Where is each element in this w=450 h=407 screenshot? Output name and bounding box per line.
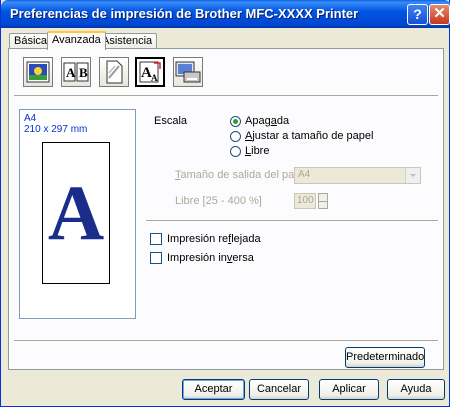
preview-page: A [42,142,110,284]
print-quality-button[interactable] [23,57,53,87]
accept-button[interactable]: Aceptar [182,379,245,400]
scaling-free-radio[interactable] [230,146,241,157]
scaling-fit-radio[interactable] [230,131,241,142]
preview-paper-dimensions: 210 x 297 mm [24,124,88,135]
advanced-tab-panel: A B A A A4 210 x 297 mm A Escala Apagada… [8,48,444,370]
free-percent-label: Libre [25 - 400 %] [175,195,262,207]
tab-avanzada[interactable]: Avanzada [47,31,106,50]
watermark-button[interactable] [99,57,129,87]
scaling-icon: A A [139,61,161,83]
default-settings-button[interactable]: Predeterminado [345,347,425,368]
print-preferences-window: Preferencias de impresión de Brother MFC… [0,0,450,407]
tab-asistencia[interactable]: Asistencia [97,33,158,49]
duplex-button[interactable]: A B [61,57,91,87]
preview-paper-size: A4 [24,113,37,124]
output-size-value: A4 [298,169,311,180]
free-percent-stepper[interactable] [318,193,328,209]
output-size-label: Tamaño de salida del papel [175,169,309,181]
apply-button[interactable]: Aplicar [319,379,379,400]
help-dialog-button[interactable]: Ayuda [387,379,445,400]
svg-text:A: A [66,65,76,80]
tab-basica[interactable]: Básica [9,33,53,49]
scaling-label: Escala [154,115,188,127]
duplex-icon: A B [63,62,89,82]
cancel-button[interactable]: Cancelar [249,379,309,400]
mirror-print-label[interactable]: Impresión reflejada [167,233,261,245]
help-button[interactable]: ? [407,4,428,25]
toolbar-separator [14,95,438,97]
close-button[interactable]: ✕ [429,4,450,25]
chevron-down-icon[interactable] [405,168,420,183]
print-quality-icon [26,61,50,83]
device-options-button[interactable] [173,57,203,87]
bottom-separator [14,340,438,342]
window-title: Preferencias de impresión de Brother MFC… [10,6,359,21]
scaling-free-label[interactable]: Libre [245,145,269,157]
preview-letter: A [47,169,105,256]
output-size-dropdown[interactable]: A4 [294,167,421,184]
reverse-print-checkbox[interactable] [150,252,162,264]
scaling-off-label[interactable]: Apagada [245,115,289,127]
svg-text:A: A [151,73,158,83]
scaling-fit-label[interactable]: Ajustar a tamaño de papel [245,130,373,142]
reverse-print-label[interactable]: Impresión inversa [167,252,254,264]
scaling-button[interactable]: A A [135,57,165,87]
title-bar[interactable]: Preferencias de impresión de Brother MFC… [1,0,450,28]
watermark-icon [106,60,123,84]
device-options-icon [175,61,201,83]
svg-text:B: B [79,65,88,80]
scaling-off-radio[interactable] [230,116,241,127]
scaling-separator [146,220,438,222]
page-preview: A4 210 x 297 mm A [19,109,136,319]
spin-down-icon[interactable] [319,201,327,208]
free-percent-input[interactable]: 100 [294,193,316,209]
mirror-print-checkbox[interactable] [150,233,162,245]
spin-up-icon[interactable] [319,194,327,201]
